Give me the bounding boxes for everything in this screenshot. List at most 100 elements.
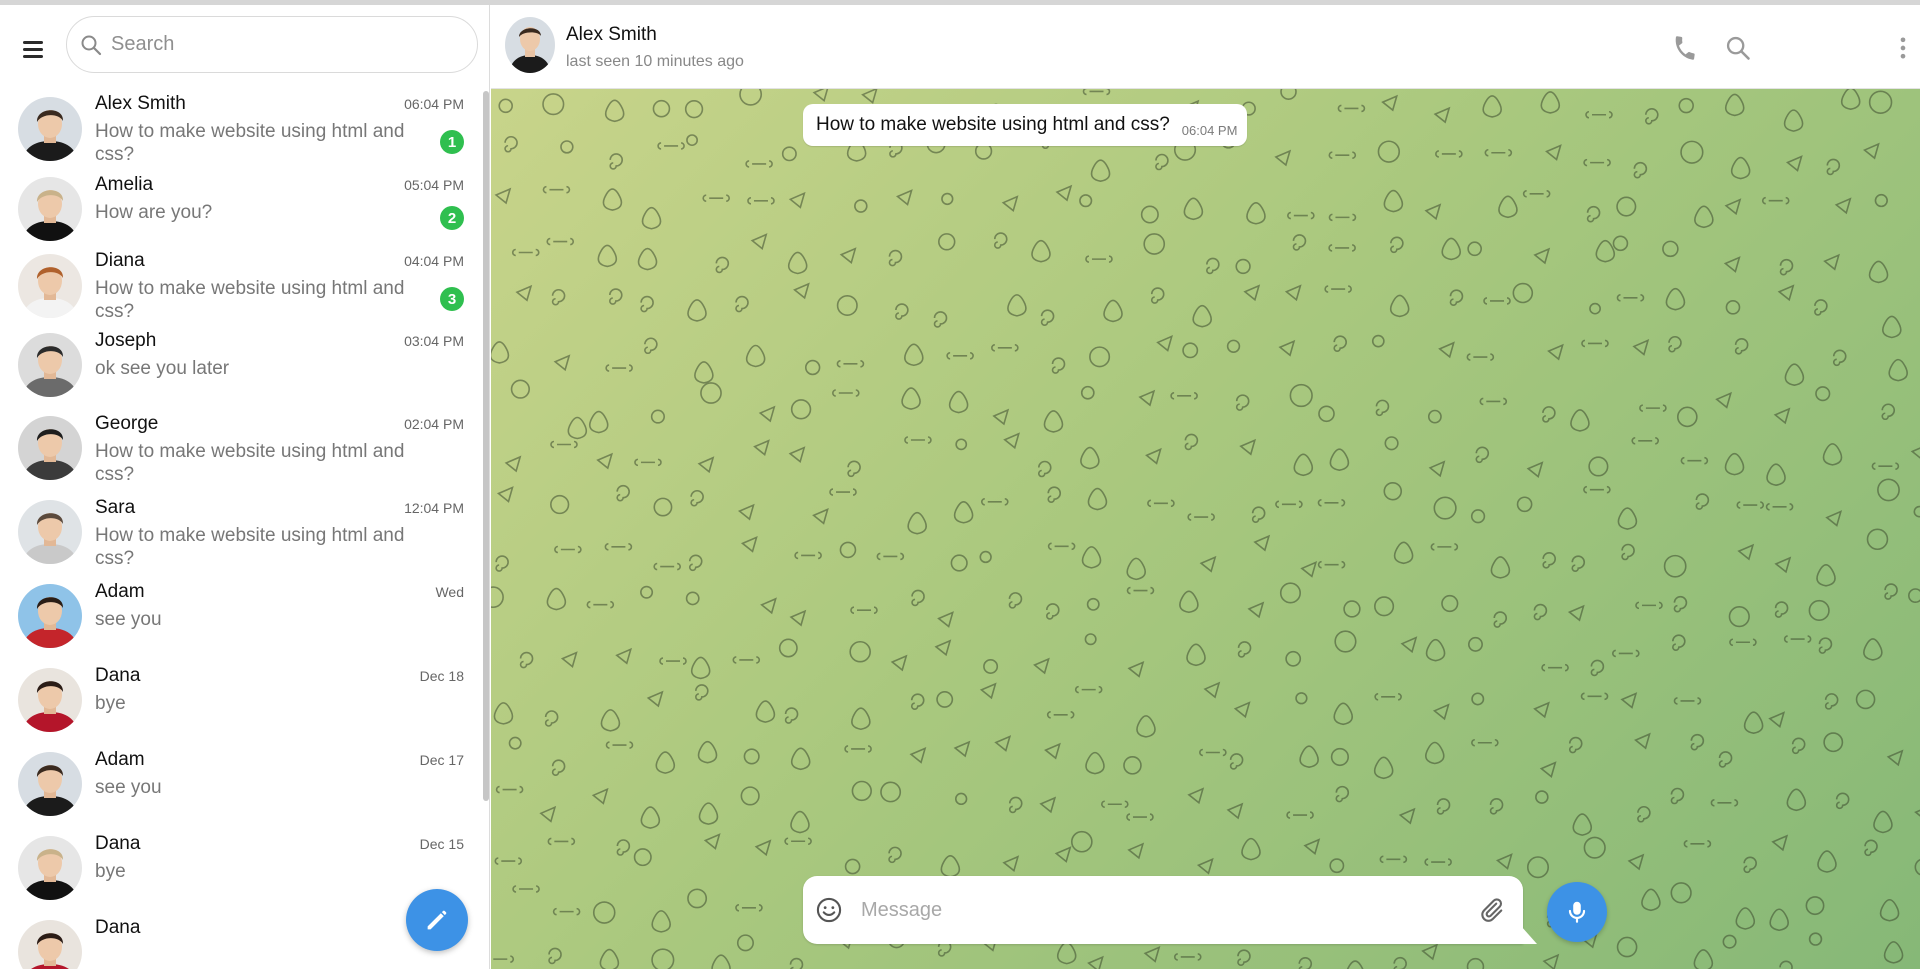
doodle-plane	[758, 405, 776, 423]
doodle-bone	[547, 837, 576, 846]
doodle-spiral	[910, 693, 925, 710]
doodle-cat	[1641, 888, 1661, 912]
doodle-bone	[1783, 635, 1812, 643]
doodle-cat	[1007, 294, 1027, 317]
doodle-ball	[1676, 406, 1698, 428]
avatar[interactable]	[505, 17, 555, 73]
doodle-ball	[1086, 597, 1100, 611]
message-bubble[interactable]: How to make website using html and css? …	[803, 104, 1248, 146]
chat-list: Alex Smith 06:04 PM How to make website us…	[0, 84, 480, 969]
search-input[interactable]	[111, 17, 461, 72]
doodle-ball	[1908, 588, 1920, 604]
doodle-bone	[1328, 151, 1357, 159]
doodle-cat	[1424, 741, 1445, 765]
search-icon[interactable]	[1724, 34, 1752, 62]
doodle-plane	[1002, 855, 1020, 873]
doodle-bone	[604, 543, 633, 551]
doodle-plane	[789, 609, 807, 627]
doodle-ball	[550, 494, 570, 515]
doodle-cat	[597, 244, 618, 268]
doodle-cat	[1293, 453, 1314, 477]
phone-icon[interactable]	[1671, 34, 1699, 62]
doodle-bone	[495, 785, 524, 794]
chat-list-item[interactable]: Alex Smith 06:04 PM How to make website us…	[0, 84, 480, 174]
doodle-plane	[1533, 247, 1551, 265]
doodle-cat	[1085, 751, 1105, 775]
doodle-plane	[1438, 341, 1455, 359]
doodle-plane	[760, 597, 777, 615]
message-input[interactable]	[861, 876, 1461, 944]
chat-list-item[interactable]: Dana Dec 18 bye	[0, 659, 480, 741]
doodle-plane	[812, 507, 829, 525]
doodle-ball	[1589, 302, 1601, 315]
doodle-cat	[1031, 239, 1051, 263]
doodle-ball	[1226, 339, 1241, 353]
doodle-bone	[1430, 543, 1459, 551]
doodle-cat	[787, 251, 808, 275]
doodle-bone	[1710, 799, 1739, 807]
chat-list-item[interactable]: Amelia 05:04 PM How are you? 2	[0, 168, 480, 241]
doodle-spiral	[1393, 956, 1407, 969]
doodle-plane	[1039, 796, 1057, 814]
doodle-plane	[1545, 144, 1562, 161]
hamburger-icon[interactable]	[16, 32, 50, 66]
doodle-plane	[1033, 657, 1050, 675]
doodle-plane	[703, 833, 721, 850]
new-message-button[interactable]	[406, 889, 468, 951]
unread-badge: 3	[440, 287, 464, 311]
doodle-bone	[991, 344, 1019, 352]
chat-list-item[interactable]: George 02:04 PM How to make website using …	[0, 407, 480, 489]
doodle-ball	[854, 199, 868, 213]
doodle-cat	[1769, 908, 1789, 932]
doodle-ball	[954, 792, 968, 806]
doodle-plane	[1400, 636, 1418, 654]
doodle-plane	[1737, 543, 1755, 561]
doodle-cat	[1246, 201, 1266, 225]
doodle-cat	[1490, 556, 1511, 579]
doodle-ball	[1725, 300, 1741, 315]
doodle-ball	[844, 858, 861, 875]
scrollbar-thumb[interactable]	[483, 91, 489, 801]
chat-list-item[interactable]: Dana Dec 15 bye	[0, 827, 480, 909]
paperclip-icon[interactable]	[1477, 896, 1505, 924]
doodle-cat	[1090, 159, 1111, 182]
doodle-cat	[1126, 557, 1147, 581]
doodle-ball	[1913, 505, 1920, 518]
doodle-ball	[1084, 633, 1097, 646]
chat-name: George	[95, 413, 159, 434]
smile-icon[interactable]	[815, 896, 843, 924]
avatar	[18, 752, 82, 816]
doodle-cat	[907, 511, 927, 535]
doodle-plane	[1863, 142, 1880, 160]
doodle-cat	[1393, 541, 1414, 565]
contact-name[interactable]: Alex Smith	[566, 24, 657, 46]
chat-list-item[interactable]: Sara 12:04 PM How to make website using ht…	[0, 491, 480, 573]
doodle-bone	[1581, 339, 1609, 348]
doodle-cat	[1693, 949, 1714, 969]
doodle-plane	[793, 282, 810, 300]
doodle-cat	[1498, 195, 1518, 219]
doodle-plane	[539, 805, 557, 823]
chat-list-item[interactable]: Adam Wed see you	[0, 575, 480, 657]
doodle-bone	[1484, 148, 1513, 157]
doodle-ball	[1808, 932, 1823, 946]
doodle-ball	[508, 736, 522, 750]
chat-list-item[interactable]: Diana 04:04 PM How to make website using h…	[0, 241, 480, 323]
doodle-ball	[1815, 386, 1831, 402]
doodle-bone	[512, 248, 540, 257]
more-vertical-icon[interactable]	[1895, 34, 1911, 62]
doodle-bone	[1199, 748, 1227, 757]
chat-list-item[interactable]: Joseph 03:04 PM ok see you later	[0, 324, 480, 406]
doodle-plane	[697, 456, 715, 474]
doodle-ball	[1866, 528, 1889, 551]
doodle-cat	[1425, 638, 1446, 662]
voice-message-button[interactable]	[1547, 882, 1607, 942]
search-box[interactable]	[66, 16, 478, 73]
chat-preview: bye	[95, 693, 126, 714]
sidebar-scrollbar[interactable]	[482, 91, 489, 969]
doodle-cat	[493, 702, 514, 725]
doodle-ball	[1616, 936, 1638, 958]
doodle-cat	[1043, 410, 1064, 433]
doodle-cat	[1665, 287, 1686, 311]
chat-list-item[interactable]: Adam Dec 17 see you	[0, 743, 480, 825]
